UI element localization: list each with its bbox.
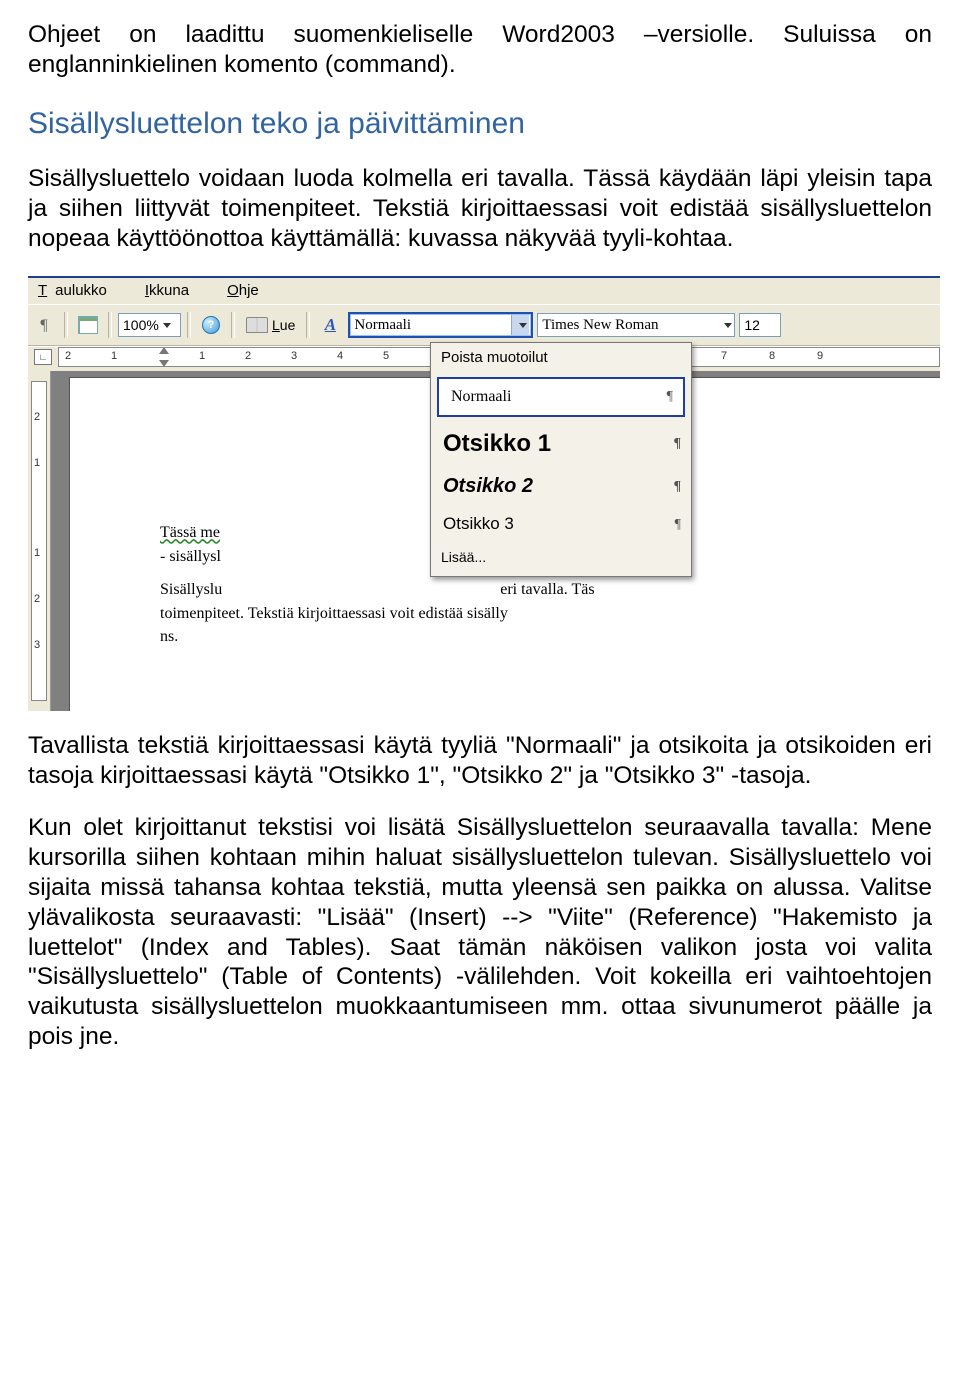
chevron-down-icon (163, 323, 171, 328)
menubar: Taulukko Ikkuna Ohje (28, 278, 940, 304)
book-icon (246, 317, 268, 333)
ruler-num: 1 (111, 350, 117, 363)
doc-text-line: toimenpiteet. Tekstiä kirjoittaessasi vo… (160, 604, 940, 624)
ruler-num: 8 (769, 350, 775, 363)
pilcrow-icon: ¶ (675, 516, 681, 533)
dd-label: Otsikko 1 (443, 429, 551, 458)
pilcrow-icon: ¶ (674, 478, 681, 495)
ruler-corner[interactable]: ∟ (28, 347, 58, 367)
vertical-ruler[interactable]: 2 1 1 2 3 (28, 371, 51, 711)
dd-label: Lisää... (441, 549, 486, 566)
ruler-num: 5 (383, 350, 389, 363)
dd-label: Otsikko 2 (443, 474, 533, 498)
dd-heading2[interactable]: Otsikko 2 ¶ (431, 466, 691, 506)
dd-more[interactable]: Lisää... (431, 543, 691, 576)
ruler-num: 4 (337, 350, 343, 363)
lue-label: Lue (272, 317, 295, 334)
paragraph-4: Kun olet kirjoittanut tekstisi voi lisät… (28, 813, 932, 1052)
ruler-num: 3 (291, 350, 297, 363)
fontsize-combo[interactable]: 12 (739, 313, 781, 337)
style-combo[interactable]: Normaali (348, 312, 533, 338)
word-screenshot: Taulukko Ikkuna Ohje ¶ 100% ? Lue A Norm (28, 276, 940, 711)
dd-label: Poista muotoilut (441, 349, 548, 367)
fontsize-value: 12 (744, 317, 760, 334)
ruler-num: 1 (34, 457, 40, 470)
pilcrow-icon: ¶ (673, 435, 681, 452)
menu-taulukko[interactable]: Taulukko (34, 280, 111, 302)
chevron-down-icon[interactable] (511, 315, 529, 335)
doc-text-line: Sisällyslueri tavalla. Täs (160, 580, 940, 600)
table-icon[interactable] (74, 311, 102, 339)
doc-text-line: ns. (160, 627, 940, 647)
zoom-combo[interactable]: 100% (118, 313, 181, 337)
section-heading: Sisällysluettelon teko ja päivittäminen (28, 106, 932, 143)
chevron-down-icon (724, 323, 732, 328)
style-dropdown: Poista muotoilut Normaali ¶ Otsikko 1 ¶ … (430, 342, 692, 577)
ruler-num: 2 (34, 593, 40, 606)
ruler-num: 2 (34, 411, 40, 424)
paragraph-3: Tavallista tekstiä kirjoittaessasi käytä… (28, 731, 932, 791)
pilcrow-icon: ¶ (667, 388, 673, 405)
dd-label: Otsikko 3 (443, 514, 514, 535)
toolbar: ¶ 100% ? Lue A Normaali Times New Roma (28, 304, 940, 346)
style-value: Normaali (354, 316, 411, 334)
dd-heading3[interactable]: Otsikko 3 ¶ (431, 506, 691, 543)
menu-ikkuna[interactable]: Ikkuna (141, 280, 193, 302)
paragraph-2: Sisällysluettelo voidaan luoda kolmella … (28, 164, 932, 254)
separator (187, 312, 191, 338)
dd-label: Normaali (451, 387, 511, 407)
separator (231, 312, 235, 338)
dd-heading1[interactable]: Otsikko 1 ¶ (431, 421, 691, 466)
menu-ohje[interactable]: Ohje (223, 280, 263, 302)
separator (108, 312, 112, 338)
zoom-value: 100% (123, 317, 159, 334)
show-formatting-icon[interactable]: ¶ (30, 311, 58, 339)
ruler-num: 1 (199, 350, 205, 363)
style-inspector-icon[interactable]: A (316, 311, 344, 339)
font-value: Times New Roman (542, 316, 658, 334)
font-combo[interactable]: Times New Roman (537, 313, 735, 337)
indent-marker-icon[interactable] (159, 347, 169, 354)
reading-layout-button[interactable]: Lue (241, 311, 300, 339)
dd-normal[interactable]: Normaali ¶ (437, 377, 685, 417)
ruler-num: 1 (34, 547, 40, 560)
ruler-num: 2 (245, 350, 251, 363)
help-icon[interactable]: ? (197, 311, 225, 339)
indent-marker-icon[interactable] (159, 360, 169, 367)
intro-paragraph: Ohjeet on laadittu suomenkieliselle Word… (28, 20, 932, 80)
tab-selector-icon: ∟ (34, 349, 52, 365)
ruler-num: 9 (817, 350, 823, 363)
separator (64, 312, 68, 338)
separator (306, 312, 310, 338)
ruler-num: 7 (721, 350, 727, 363)
dd-clear-formatting[interactable]: Poista muotoilut (431, 343, 691, 373)
ruler-num: 2 (65, 350, 71, 363)
ruler-num: 3 (34, 639, 40, 652)
